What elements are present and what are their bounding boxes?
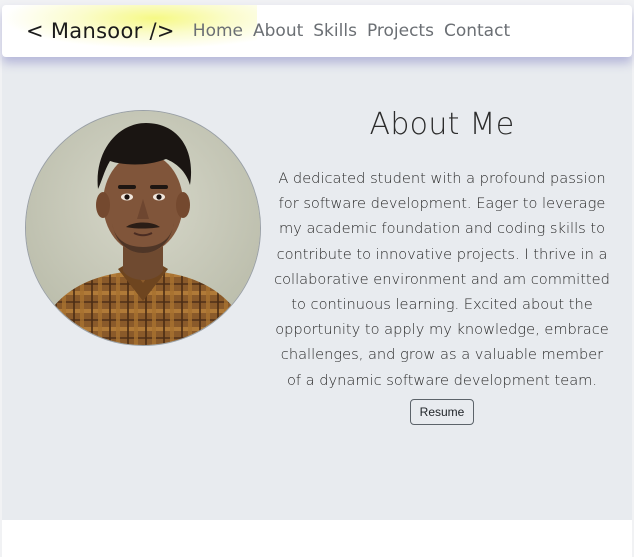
resume-button[interactable]: Resume — [409, 398, 475, 425]
profile-photo — [25, 110, 261, 346]
nav-link-contact[interactable]: Contact — [444, 21, 510, 41]
nav-links: Home About Skills Projects Contact — [193, 21, 510, 41]
portrait-illustration — [26, 111, 260, 345]
nav-link-skills[interactable]: Skills — [313, 21, 357, 41]
nav-link-home[interactable]: Home — [193, 21, 243, 41]
section-title: About Me — [369, 107, 515, 142]
nav-link-about[interactable]: About — [253, 21, 303, 41]
next-section — [2, 520, 632, 557]
page: < Mansoor /> Home About Skills Projects … — [0, 0, 634, 557]
nav-link-projects[interactable]: Projects — [367, 21, 434, 41]
about-section: About Me A dedicated student with a prof… — [2, 57, 632, 520]
navbar: < Mansoor /> Home About Skills Projects … — [2, 5, 632, 57]
bio-text: A dedicated student with a profound pass… — [274, 170, 610, 389]
brand-logo[interactable]: < Mansoor /> — [26, 19, 175, 43]
about-content: About Me A dedicated student with a prof… — [272, 107, 612, 425]
